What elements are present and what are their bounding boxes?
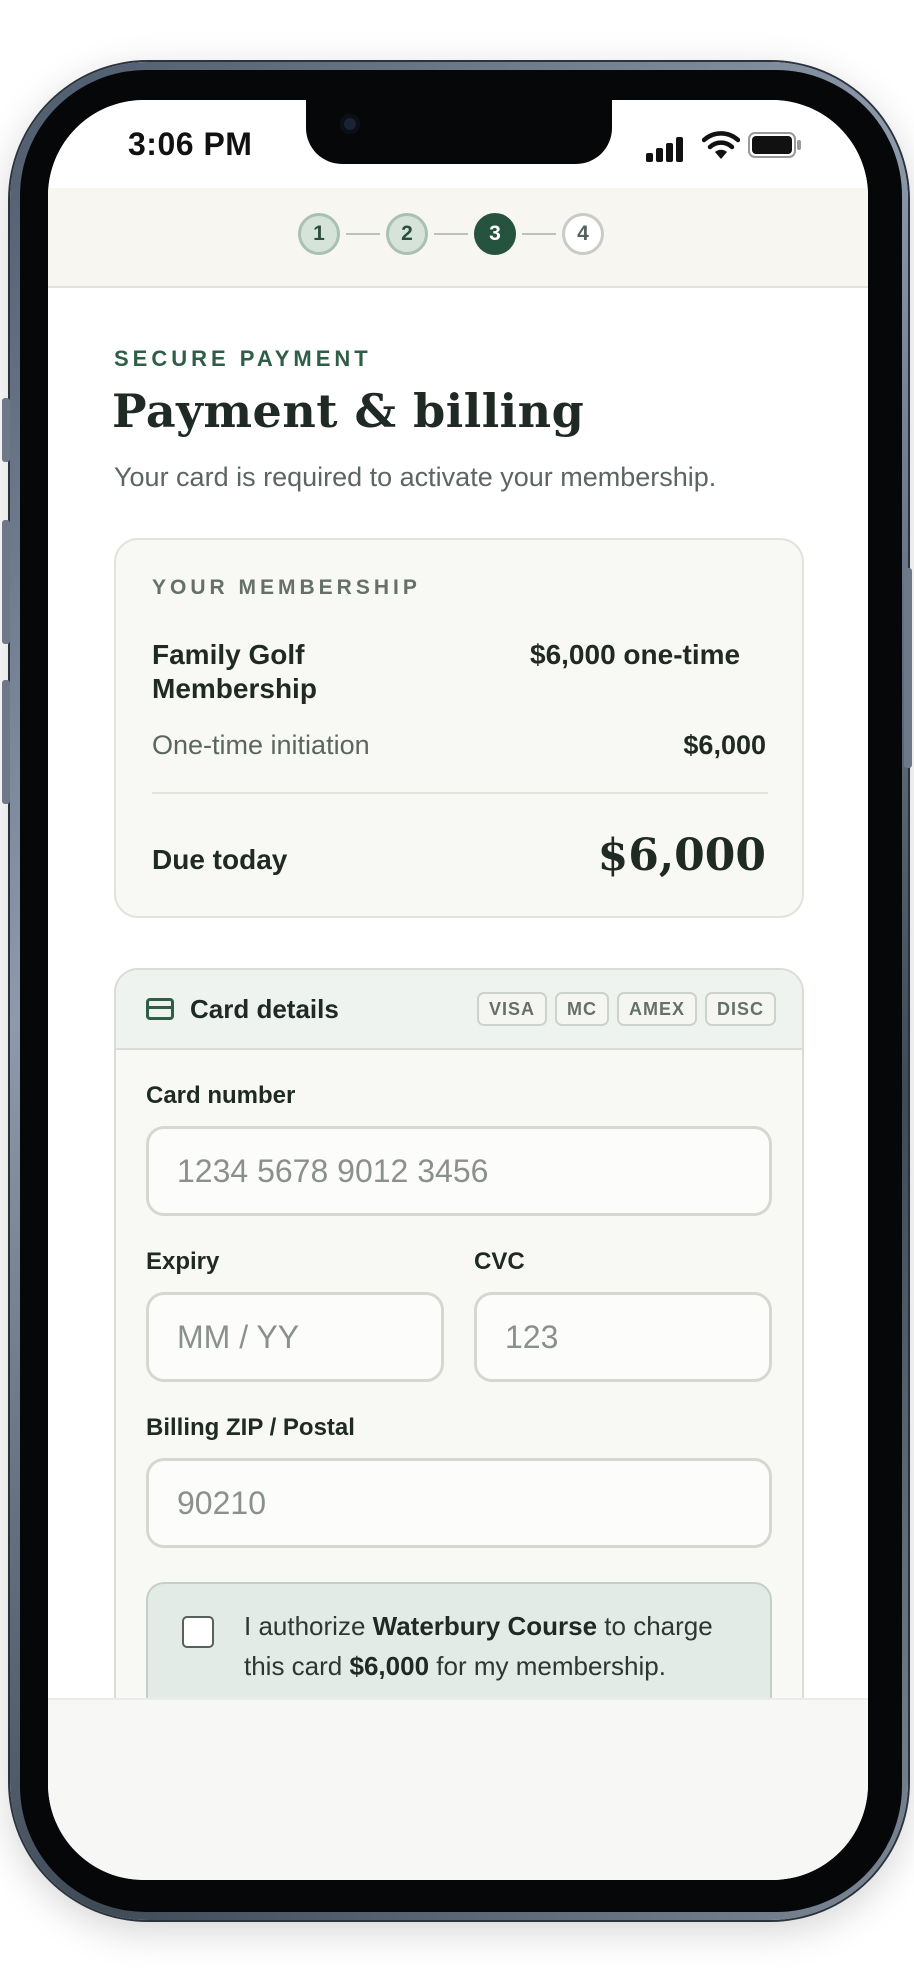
plan-name: Family Golf Membership <box>152 639 317 704</box>
step-1[interactable]: 1 <box>298 213 340 255</box>
visa-badge: VISA <box>476 992 547 1026</box>
page-title: Payment & billing <box>112 384 585 438</box>
status-bar: 3:06 PM <box>48 100 868 188</box>
page-subtitle: Your card is required to activate your m… <box>114 462 717 492</box>
phone-screen: 3:06 PM 1 2 3 4 SECURE PAYMENT Payment &… <box>48 100 868 1880</box>
mute-switch <box>2 398 10 462</box>
step-connector <box>346 233 380 235</box>
card-details-title: Card details <box>190 994 339 1024</box>
cellular-signal-icon <box>646 136 692 162</box>
card-details-panel: Card details VISA MC AMEX DISC Card numb… <box>114 968 804 1728</box>
card-number-label: Card number <box>146 1082 296 1109</box>
volume-down-button <box>2 680 10 804</box>
wifi-icon <box>702 131 740 159</box>
cvc-label: CVC <box>474 1248 525 1275</box>
payment-content: SECURE PAYMENT Payment & billing Your ca… <box>48 288 868 1756</box>
status-time: 3:06 PM <box>128 126 253 162</box>
progress-stepper: 1 2 3 4 <box>48 188 868 288</box>
step-connector <box>434 233 468 235</box>
step-3-current: 3 <box>474 213 516 255</box>
volume-up-button <box>2 520 10 644</box>
mastercard-badge: MC <box>554 992 609 1026</box>
authorization-checkbox[interactable] <box>182 1616 214 1648</box>
authorization-box[interactable]: I authorize Waterbury Course to charge t… <box>146 1582 772 1716</box>
membership-summary-card: YOUR MEMBERSHIP Family Golf Membership $… <box>114 538 804 918</box>
bottom-safe-area <box>48 1698 868 1880</box>
authorization-text: I authorize Waterbury Course to charge t… <box>244 1606 754 1686</box>
credit-card-icon <box>146 998 174 1020</box>
step-2[interactable]: 2 <box>386 213 428 255</box>
camera-icon <box>340 114 360 134</box>
section-eyebrow: SECURE PAYMENT <box>114 346 372 371</box>
expiry-label: Expiry <box>146 1248 220 1275</box>
step-connector <box>522 233 556 235</box>
due-today-amount: $6,000 <box>597 830 766 881</box>
step-4: 4 <box>562 213 604 255</box>
initiation-value: $6,000 <box>683 730 766 760</box>
card-details-header: Card details VISA MC AMEX DISC <box>116 970 802 1050</box>
plan-price: $6,000 one-time <box>530 639 741 670</box>
expiry-input[interactable] <box>146 1292 444 1382</box>
notch <box>306 100 612 164</box>
power-button <box>904 568 912 768</box>
membership-label: YOUR MEMBERSHIP <box>152 576 421 599</box>
cvc-input[interactable] <box>474 1292 772 1382</box>
battery-icon <box>748 132 801 158</box>
summary-divider <box>152 792 768 794</box>
accepted-card-brands: VISA MC AMEX DISC <box>476 992 776 1026</box>
auth-text-suffix: for my membership. <box>429 1651 666 1681</box>
auth-text-prefix: I authorize <box>244 1611 373 1641</box>
due-today-label: Due today <box>152 844 288 875</box>
amex-badge: AMEX <box>616 992 697 1026</box>
merchant-name: Waterbury Course <box>372 1611 598 1641</box>
discover-badge: DISC <box>704 992 776 1026</box>
billing-zip-label: Billing ZIP / Postal <box>146 1414 355 1441</box>
stepper-steps: 1 2 3 4 <box>298 212 604 256</box>
initiation-label: One-time initiation <box>152 730 370 760</box>
charge-amount: $6,000 <box>349 1651 430 1681</box>
billing-zip-input[interactable] <box>146 1458 772 1548</box>
card-number-input[interactable] <box>146 1126 772 1216</box>
